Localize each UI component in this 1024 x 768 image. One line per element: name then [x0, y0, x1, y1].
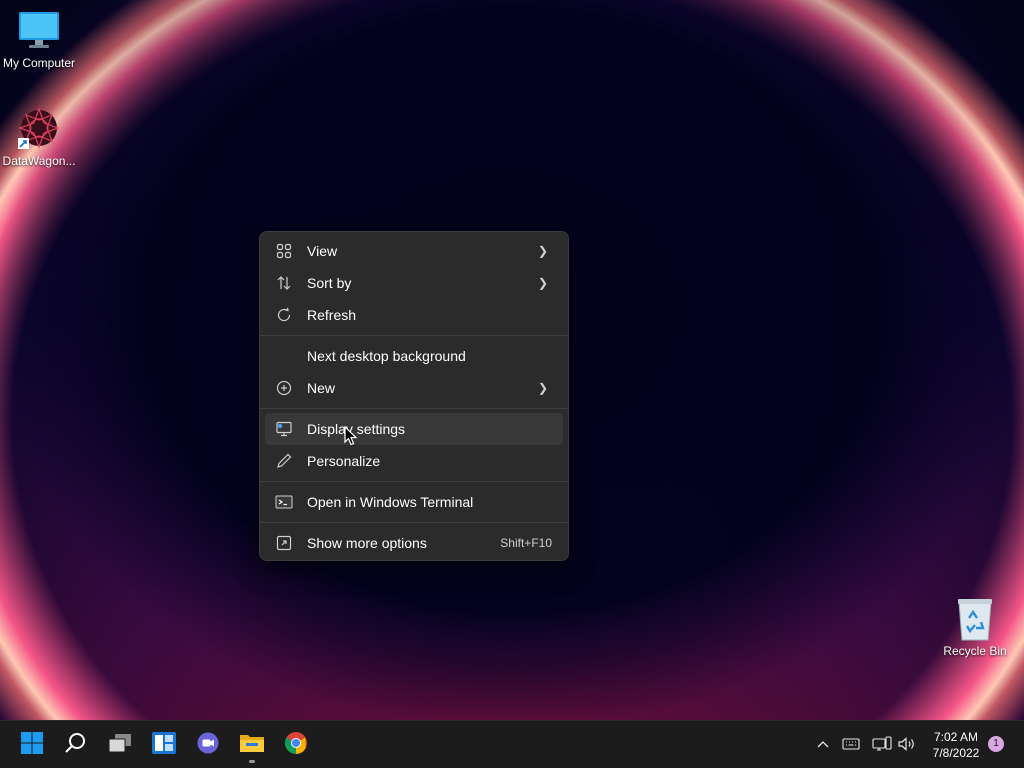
monitor-icon: [17, 8, 61, 52]
menu-separator: [260, 522, 568, 523]
menu-item-sort-by[interactable]: Sort by ❯: [265, 267, 563, 299]
file-explorer-icon: [239, 732, 265, 759]
expand-icon: [274, 533, 294, 553]
menu-item-label: Next desktop background: [307, 348, 466, 364]
menu-item-show-more-options[interactable]: Show more options Shift+F10: [265, 527, 563, 559]
clock-date: 7/8/2022: [932, 746, 980, 760]
desktop-icon-label: Recycle Bin: [943, 644, 1007, 658]
display-icon: [274, 419, 294, 439]
menu-item-next-background[interactable]: Next desktop background: [265, 340, 563, 372]
chrome-button[interactable]: [276, 725, 316, 765]
desktop-icon-label: DataWagon...: [2, 154, 76, 168]
chrome-icon: [284, 731, 308, 760]
menu-separator: [260, 408, 568, 409]
menu-item-label: New: [307, 380, 336, 396]
menu-item-refresh[interactable]: Refresh: [265, 299, 563, 331]
notification-badge[interactable]: 1: [988, 736, 1004, 752]
sort-icon: [274, 273, 294, 293]
widgets-button[interactable]: [144, 725, 184, 765]
desktop-context-menu: View ❯ Sort by ❯ Refresh Next desktop ba…: [259, 231, 569, 561]
recycle-bin-icon: [953, 596, 997, 641]
shortcut-label: Shift+F10: [500, 536, 552, 550]
desktop-icon-my-computer[interactable]: My Computer: [0, 8, 78, 70]
menu-item-view[interactable]: View ❯: [265, 235, 563, 267]
widgets-icon: [151, 731, 177, 760]
desktop-icon-label: My Computer: [2, 56, 76, 70]
search-button[interactable]: [56, 725, 96, 765]
menu-item-open-terminal[interactable]: Open in Windows Terminal: [265, 486, 563, 518]
menu-separator: [260, 335, 568, 336]
chevron-right-icon: ❯: [537, 276, 549, 290]
menu-item-label: Personalize: [307, 453, 381, 469]
menu-item-new[interactable]: New ❯: [265, 372, 563, 404]
teams-chat-button[interactable]: [188, 725, 228, 765]
terminal-icon: [274, 492, 294, 512]
search-icon: [64, 731, 88, 760]
menu-item-personalize[interactable]: Personalize: [265, 445, 563, 477]
network-icon[interactable]: [871, 733, 893, 755]
teams-chat-icon: [196, 731, 220, 760]
datawagon-icon: [17, 106, 61, 150]
pen-icon: [274, 451, 294, 471]
desktop-icon-recycle-bin[interactable]: Recycle Bin: [936, 596, 1014, 658]
mouse-cursor-icon: [344, 425, 358, 446]
desktop-icon-datawagon[interactable]: DataWagon...: [0, 106, 78, 168]
show-hidden-icons-chevron-icon[interactable]: [812, 733, 834, 755]
refresh-icon: [274, 305, 294, 325]
volume-icon[interactable]: [896, 733, 918, 755]
clock-time: 7:02 AM: [933, 730, 979, 744]
chevron-right-icon: ❯: [537, 381, 549, 395]
task-view-button[interactable]: [100, 725, 140, 765]
menu-item-label: View: [307, 243, 338, 259]
keyboard-icon[interactable]: [840, 733, 862, 755]
start-button[interactable]: [12, 725, 52, 765]
chevron-right-icon: ❯: [537, 244, 549, 258]
menu-item-display-settings[interactable]: Display settings: [265, 413, 563, 445]
task-view-icon: [107, 732, 133, 759]
menu-item-label: Sort by: [307, 275, 352, 291]
file-explorer-button[interactable]: [232, 725, 272, 765]
menu-item-label: Refresh: [307, 307, 357, 323]
menu-separator: [260, 481, 568, 482]
menu-item-label: Show more options: [307, 535, 427, 551]
taskbar: 7:02 AM 7/8/2022: [0, 720, 1024, 768]
running-indicator: [249, 760, 255, 763]
system-clock[interactable]: 7:02 AM 7/8/2022: [922, 729, 990, 761]
menu-item-label: Open in Windows Terminal: [307, 494, 474, 510]
plus-circle-icon: [274, 378, 294, 398]
grid-icon: [274, 241, 294, 261]
start-icon: [20, 731, 44, 760]
